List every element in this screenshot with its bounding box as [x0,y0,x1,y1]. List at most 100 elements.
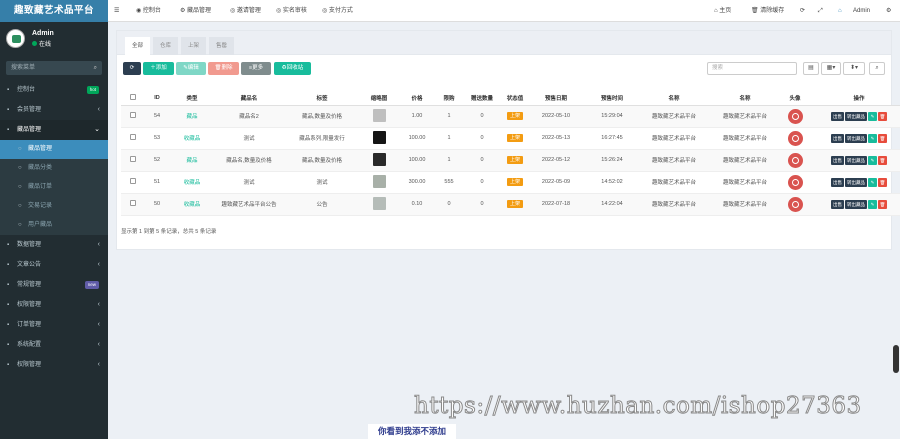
select-all-header[interactable] [121,91,145,106]
table-row[interactable]: 53 收藏品 测试 藏品系列,限量发行 100.00 1 0 上架 2022-05-13 16:2… [121,127,900,150]
sidebar-subitem-4[interactable]: ○ 用户藏品 [0,216,108,235]
sidebar-item-4[interactable]: ▪ 文章公告 ‹ [0,255,108,275]
filter-tab-1[interactable]: 仓库 [153,37,179,55]
refresh-icon[interactable]: ⟳ [800,0,805,22]
table-row[interactable]: 52 藏品 藏品名,数量及价格 藏品,数量及价格 100.00 1 0 上架 2022-05-1… [121,149,900,172]
type-link[interactable]: 收藏品 [184,180,201,186]
avatar-icon[interactable]: ⌂ [838,0,842,22]
sidebar-item-0[interactable]: ▪ 控制台 hot [0,80,108,100]
top-tab-1[interactable]: ⚙ 藏品管理 [180,0,211,22]
filter-tab-0[interactable]: 全部 [125,37,151,55]
grid-view-icon[interactable]: ▦▾ [821,62,841,75]
avatar-icon[interactable] [787,152,803,168]
sell-button[interactable]: 出售 [831,155,844,165]
top-tab-4[interactable]: ◎ 支付方式 [322,0,353,22]
top-tab-0[interactable]: ◉ 控制台 [136,0,161,22]
top-tab-2[interactable]: ◎ 邀请管理 [230,0,261,22]
recycle-bin-button[interactable]: ♻回收站 [274,62,311,75]
delete-row-icon[interactable]: 🗑 [878,111,887,121]
edit-button[interactable]: ✎编辑 [176,62,206,75]
sidebar-subitem-0[interactable]: ○ 藏品管理 [0,140,108,159]
refresh-button[interactable]: ⟳ [123,62,141,75]
scrollbar-handle[interactable] [893,345,899,373]
search-icon[interactable]: ⌕ [869,62,885,75]
filter-tab-2[interactable]: 上架 [181,37,207,55]
sidebar-subitem-2[interactable]: ○ 藏品订单 [0,178,108,197]
avatar-icon[interactable] [787,174,803,190]
row-select-cell[interactable] [121,149,145,172]
filter-tab-3[interactable]: 售罄 [209,37,235,55]
menu-toggle-icon[interactable]: ☰ [114,0,119,22]
thumbnail-image[interactable] [372,196,386,210]
thumbnail-image[interactable] [372,108,386,122]
clear-cache-button[interactable]: 🗑 清除缓存 [751,0,784,22]
avatar-icon[interactable] [787,130,803,146]
sidebar-item-9[interactable]: ▪ 权限管理 ‹ [0,355,108,375]
thumbnail-image[interactable] [372,130,386,144]
sidebar-item-8[interactable]: ▪ 系统配置 ‹ [0,335,108,355]
sell-button[interactable]: 出售 [831,133,844,143]
export-icon[interactable]: ⬍▾ [843,62,865,75]
sidebar-subitem-3[interactable]: ○ 交易记录 [0,197,108,216]
more-button[interactable]: ≡更多 [241,62,271,75]
transfer-button[interactable]: 转出藏品 [845,133,867,143]
sidebar-item-1[interactable]: ▪ 会员管理 ‹ [0,100,108,120]
sell-button[interactable]: 出售 [831,111,844,121]
table-row[interactable]: 50 收藏品 趣致藏艺术品平台公告 公告 0.10 0 0 上架 2022-07-18 14:22… [121,193,900,216]
search-icon[interactable]: ⌕ [94,61,97,75]
select-all-checkbox[interactable] [130,93,136,100]
row-select-cell[interactable] [121,193,145,216]
edit-row-icon[interactable]: ✎ [868,177,877,187]
edit-row-icon[interactable]: ✎ [868,199,877,209]
delete-button[interactable]: 🗑删除 [208,62,239,75]
sidebar-item-2[interactable]: ▪ 藏品管理 ⌄ [0,120,108,140]
type-link[interactable]: 收藏品 [184,202,201,208]
row-select-cell[interactable] [121,171,145,194]
delete-row-icon[interactable]: 🗑 [878,155,887,165]
sidebar-item-6[interactable]: ▪ 权限管理 ‹ [0,295,108,315]
sell-button[interactable]: 出售 [831,177,844,187]
table-search-input[interactable]: 搜索 [707,62,797,75]
type-link[interactable]: 藏品 [186,158,197,164]
avatar-icon[interactable] [787,196,803,212]
cell-time: 14:52:02 [585,171,639,194]
delete-row-icon[interactable]: 🗑 [878,133,887,143]
edit-row-icon[interactable]: ✎ [868,111,877,121]
app-title[interactable]: 趣致藏艺术品平台 [0,0,108,22]
type-link[interactable]: 藏品 [186,114,197,120]
sidebar-subitem-1[interactable]: ○ 藏品分类 [0,159,108,178]
transfer-button[interactable]: 转出藏品 [845,111,867,121]
table-row[interactable]: 51 收藏品 测试 测试 300.00 555 0 上架 2022-05-09 14:52:02 趣… [121,171,900,194]
home-link[interactable]: ⌂ 主页 [714,0,731,22]
row-select-cell[interactable] [121,105,145,128]
columns-toggle-icon[interactable]: ▤ [803,62,819,75]
add-button[interactable]: ＋添加 [143,62,174,75]
settings-icon[interactable]: ⚙ [886,0,891,22]
row-checkbox[interactable] [130,156,136,162]
edit-row-icon[interactable]: ✎ [868,155,877,165]
edit-row-icon[interactable]: ✎ [868,133,877,143]
row-checkbox[interactable] [130,134,136,140]
menu-search-input[interactable]: 搜索菜单 ⌕ [6,61,102,75]
delete-row-icon[interactable]: 🗑 [878,177,887,187]
transfer-button[interactable]: 转出藏品 [845,177,867,187]
delete-row-icon[interactable]: 🗑 [878,199,887,209]
transfer-button[interactable]: 转出藏品 [845,199,867,209]
thumbnail-image[interactable] [372,174,386,188]
row-checkbox[interactable] [130,112,136,118]
row-checkbox[interactable] [130,178,136,184]
avatar-icon[interactable] [787,108,803,124]
type-link[interactable]: 收藏品 [184,136,201,142]
sidebar-item-5[interactable]: ▪ 常规管理 new [0,275,108,295]
table-row[interactable]: 54 藏品 藏品名2 藏品,数量及价格 1.00 1 0 上架 2022-05-10 15:29:… [121,105,900,128]
sidebar-item-7[interactable]: ▪ 订单管理 ‹ [0,315,108,335]
row-select-cell[interactable] [121,127,145,150]
transfer-button[interactable]: 转出藏品 [845,155,867,165]
thumbnail-image[interactable] [372,152,386,166]
sell-button[interactable]: 出售 [831,199,844,209]
sidebar-item-3[interactable]: ▪ 数据管理 ‹ [0,235,108,255]
row-checkbox[interactable] [130,200,136,206]
top-tab-3[interactable]: ◎ 实名审核 [276,0,307,22]
admin-menu[interactable]: Admin [853,0,870,22]
fullscreen-icon[interactable]: ⤢ [818,0,823,22]
